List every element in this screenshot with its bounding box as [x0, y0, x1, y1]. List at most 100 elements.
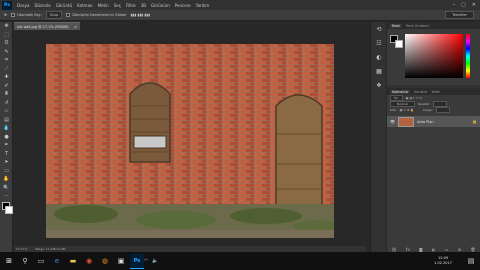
tab-close-icon[interactable]: ×: [74, 25, 77, 29]
lock-icons[interactable]: ▦ ✎ ✥ 🔒: [400, 108, 414, 112]
search-icon[interactable]: ⚲: [18, 254, 32, 268]
document-info[interactable]: Belge: 11,4M/11,4M: [35, 247, 65, 251]
tab-channels[interactable]: Kanallar: [414, 90, 427, 94]
history-brush-icon[interactable]: ↺: [1, 99, 12, 108]
color-spectrum[interactable]: [405, 34, 463, 78]
color-panel: [387, 29, 480, 85]
more-tools-icon[interactable]: ⋯: [1, 192, 12, 201]
auto-select-dropdown[interactable]: Grup: [45, 11, 63, 19]
move-tool-preset-icon[interactable]: ✥: [4, 13, 7, 17]
brush-icon[interactable]: ✐: [1, 82, 12, 91]
network-icon[interactable]: ◠: [144, 258, 148, 264]
libraries-icon[interactable]: ▦: [371, 64, 387, 78]
color-swatches-mini[interactable]: [1, 201, 13, 215]
properties-icon[interactable]: ☷: [371, 36, 387, 50]
path-select-icon[interactable]: ➤: [1, 158, 12, 167]
lasso-icon[interactable]: ʘ: [1, 39, 12, 48]
store-icon[interactable]: ▣: [114, 254, 128, 268]
menu-select[interactable]: Seç: [114, 3, 121, 8]
canvas-area[interactable]: [14, 30, 366, 246]
menu-bar: Ps Dosya Düzenle Görüntü Katman Metin Se…: [0, 0, 480, 10]
dodge-icon[interactable]: ●: [1, 133, 12, 142]
workspace-dropdown[interactable]: Temeller: [445, 11, 474, 19]
photoshop-logo: Ps: [2, 0, 12, 10]
document-image[interactable]: [46, 44, 334, 238]
layer-row-background[interactable]: 👁 Arka Plan 🔒: [387, 116, 480, 127]
document-title: old wall.jpg @ 27,1% (RGB/8): [17, 24, 69, 29]
filter-icons[interactable]: ▣ ◑ T ▭ ⎘: [406, 96, 422, 100]
tab-paths[interactable]: Yollar: [431, 90, 440, 94]
transform-controls-checkbox[interactable]: [66, 13, 71, 17]
history-icon[interactable]: ⟲: [371, 22, 387, 36]
auto-select-checkbox[interactable]: [10, 13, 15, 17]
auto-select-label: Otomatik Seç:: [16, 13, 42, 17]
layers-panel: Tür ▣ ◑ T ▭ ⎘ Normal Opaklık: Kilit: ▦ ✎…: [387, 95, 480, 255]
lock-label: Kilit:: [390, 108, 397, 112]
layer-lock-icon: 🔒: [472, 119, 477, 124]
pen-icon[interactable]: ✒: [1, 141, 12, 150]
blend-mode-dropdown[interactable]: Normal: [390, 101, 415, 107]
quick-select-icon[interactable]: ✎: [1, 48, 12, 57]
document-tab[interactable]: old wall.jpg @ 27,1% (RGB/8) ×: [14, 22, 80, 30]
clock-date: 1.02.2017: [434, 261, 452, 265]
hand-icon[interactable]: ✋: [1, 175, 12, 184]
menu-layer[interactable]: Katman: [77, 3, 92, 8]
eyedropper-icon[interactable]: ⟋: [1, 65, 12, 74]
minimize-icon[interactable]: –: [453, 2, 456, 8]
crop-icon[interactable]: ⌗: [1, 56, 12, 65]
maximize-icon[interactable]: ▢: [461, 2, 466, 8]
menu-help[interactable]: Yardım: [196, 3, 209, 8]
notification-icon[interactable]: ▤: [464, 254, 478, 268]
tab-swatches[interactable]: Renk Örnekleri: [406, 24, 430, 28]
options-bar: ✥ Otomatik Seç: Grup Dönüşüm Denetimleri…: [0, 10, 480, 21]
marquee-icon[interactable]: ⬚: [1, 31, 12, 40]
edge-browser-icon[interactable]: e: [50, 254, 64, 268]
system-tray: ◠ 🔈: [144, 258, 159, 264]
windows-start-icon[interactable]: ⊞: [2, 254, 16, 268]
collapsed-panels-strip: ⟲ ☷ ◐ ▦ ❖: [370, 22, 386, 252]
background-color-swatch[interactable]: [395, 40, 403, 48]
tools-panel: ✥ ⬚ ʘ ✎ ⌗ ⟋ ✚ ✐ ♜ ↺ ▱ ▤ 💧 ● ✒ T ➤ ▭ ✋ 🔍 …: [0, 22, 13, 252]
blur-icon[interactable]: 💧: [1, 124, 12, 133]
menu-window[interactable]: Pencere: [175, 3, 191, 8]
menu-filter[interactable]: Filtre: [126, 3, 136, 8]
clone-stamp-icon[interactable]: ♜: [1, 90, 12, 99]
auto-select-option: Otomatik Seç:: [10, 13, 42, 17]
healing-icon[interactable]: ✚: [1, 73, 12, 82]
gradient-icon[interactable]: ▤: [1, 116, 12, 125]
window-controls: – ▢ ✕: [453, 2, 476, 8]
photoshop-taskbar-icon[interactable]: Ps: [130, 253, 144, 269]
transform-controls-label: Dönüşüm Denetimlerini Göster: [72, 13, 127, 17]
menu-edit[interactable]: Düzenle: [34, 3, 50, 8]
tab-layers[interactable]: Katmanlar: [390, 89, 411, 94]
taskbar-clock[interactable]: 12:09 1.02.2017: [434, 256, 452, 266]
firefox-icon[interactable]: ◍: [98, 254, 112, 268]
menu-3d[interactable]: 3B: [141, 3, 146, 8]
menu-type[interactable]: Metin: [98, 3, 109, 8]
color-panel-tabs: Renk Renk Örnekleri: [387, 22, 480, 29]
menu-file[interactable]: Dosya: [17, 3, 29, 8]
zoom-icon[interactable]: 🔍: [1, 184, 12, 193]
menu-view[interactable]: Görünüm: [151, 3, 170, 8]
chrome-icon[interactable]: ◉: [82, 254, 96, 268]
shape-icon[interactable]: ▭: [1, 167, 12, 176]
type-icon[interactable]: T: [1, 150, 12, 159]
hue-slider[interactable]: [466, 34, 470, 78]
visibility-eye-icon[interactable]: 👁: [390, 119, 395, 124]
swatches-icon[interactable]: ❖: [371, 78, 387, 92]
fill-field[interactable]: [435, 107, 450, 113]
volume-icon[interactable]: 🔈: [152, 258, 158, 264]
move-icon[interactable]: ✥: [1, 22, 12, 31]
task-view-icon[interactable]: ▭: [34, 254, 48, 268]
transform-controls-option: Dönüşüm Denetimlerini Göster: [66, 13, 127, 17]
eraser-icon[interactable]: ▱: [1, 107, 12, 116]
adjustments-icon[interactable]: ◐: [371, 50, 387, 64]
layer-name: Arka Plan: [417, 119, 434, 124]
close-icon[interactable]: ✕: [472, 2, 476, 8]
align-icons[interactable]: ▮▮▮ ▮▮▮ ▮▮▮: [131, 13, 151, 17]
menu-image[interactable]: Görüntü: [56, 3, 72, 8]
tab-color[interactable]: Renk: [390, 23, 402, 28]
file-explorer-icon[interactable]: ▬: [66, 254, 80, 268]
zoom-level[interactable]: 27,17%: [16, 247, 27, 251]
brick-wall-photo: [46, 44, 334, 238]
